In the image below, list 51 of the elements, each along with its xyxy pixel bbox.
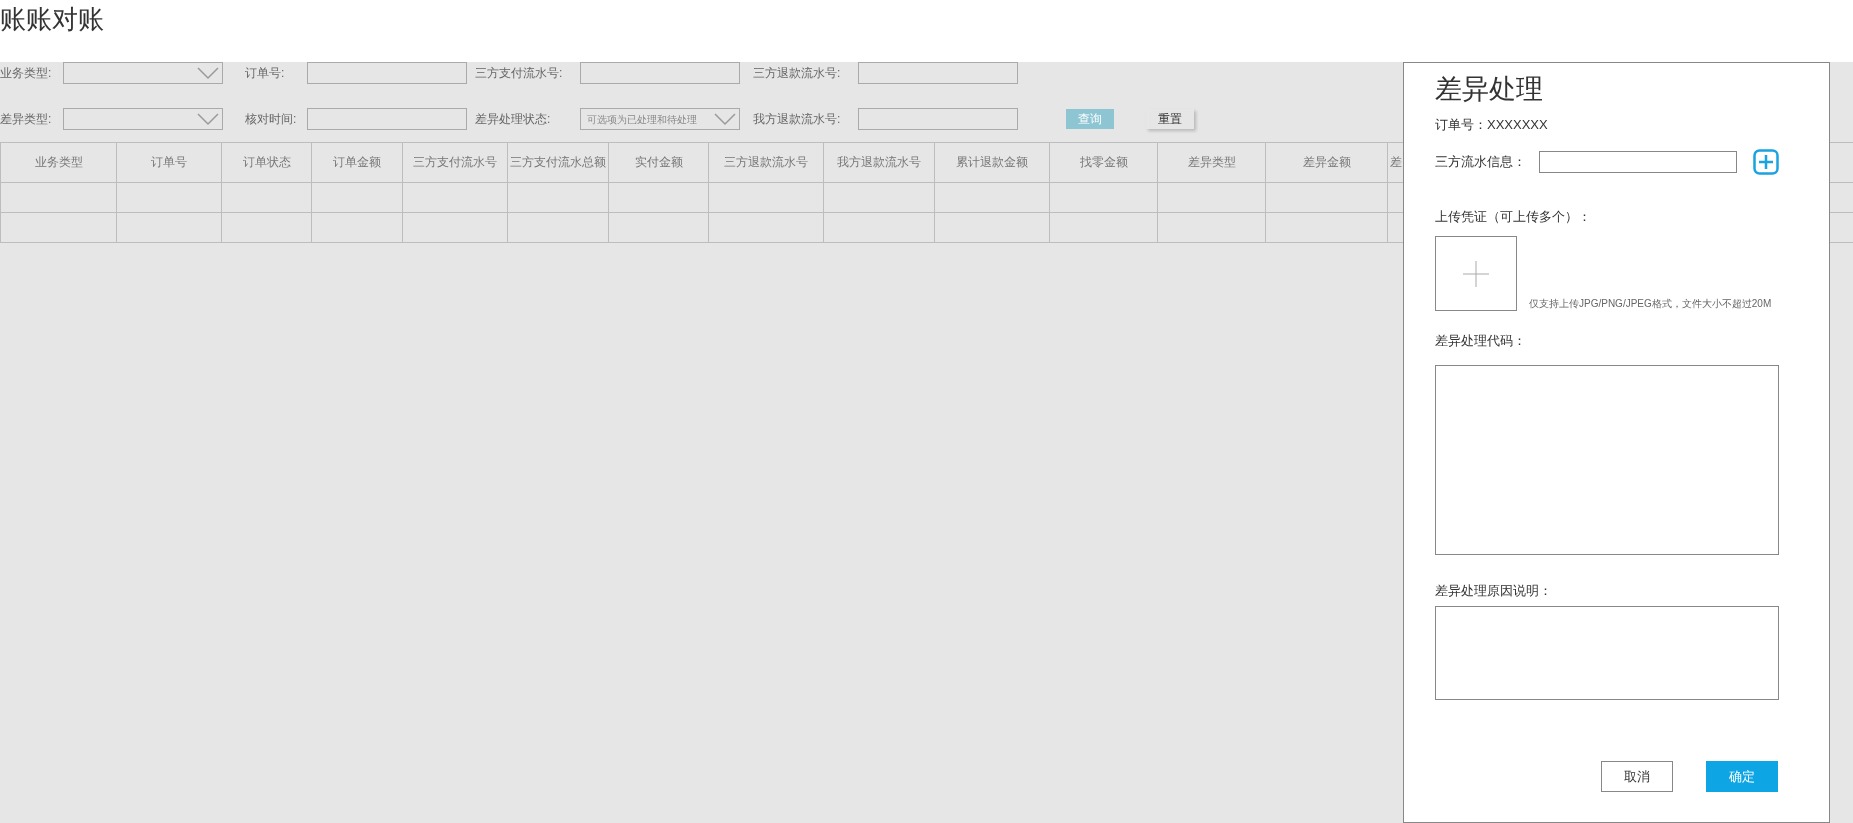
column-header: 累计退款金额 (934, 143, 1049, 182)
select-field[interactable]: 可选项为已处理和待处理 (580, 108, 740, 130)
column-header: 三方退款流水号 (708, 143, 823, 182)
select-field[interactable] (63, 62, 223, 84)
dialog-title: 差异处理 (1435, 73, 1543, 106)
page-title: 账账对账 (0, 3, 104, 36)
filter-label: 差异类型: (0, 111, 53, 128)
chevron-down-icon (196, 66, 220, 80)
text-field[interactable] (858, 62, 1018, 84)
reason-field[interactable] (1435, 606, 1779, 700)
column-header: 订单号 (116, 143, 221, 182)
text-field[interactable] (307, 62, 467, 84)
column-header: 三方支付流水总额 (507, 143, 608, 182)
code-field[interactable] (1435, 364, 1779, 555)
order-number: 订单号：XXXXXXX (1435, 116, 1548, 134)
text-field[interactable] (307, 108, 467, 130)
filter-label: 三方支付流水号: (475, 65, 564, 82)
select-placeholder: 可选项为已处理和待处理 (587, 112, 697, 127)
add-icon[interactable] (1753, 148, 1779, 175)
flow-field[interactable] (1539, 150, 1737, 173)
chevron-down-icon (713, 112, 737, 126)
filter-label: 差异处理状态: (475, 111, 552, 128)
upload-hint: 仅支持上传JPG/PNG/JPEG格式，文件大小不超过20M (1529, 297, 1772, 311)
column-header: 业务类型 (0, 143, 116, 182)
filter-label: 订单号: (245, 65, 286, 82)
code-label: 差异处理代码： (1435, 332, 1526, 350)
chevron-down-icon (196, 112, 220, 126)
column-header: 我方退款流水号 (823, 143, 934, 182)
text-field[interactable] (580, 62, 740, 84)
column-header: 差异类型 (1157, 143, 1265, 182)
text-field[interactable] (858, 108, 1018, 130)
column-header: 三方支付流水号 (402, 143, 507, 182)
column-header: 找零金额 (1049, 143, 1157, 182)
confirm-button[interactable]: 确定 (1706, 761, 1778, 792)
column-header: 差异金额 (1265, 143, 1387, 182)
select-field[interactable] (63, 108, 223, 130)
flow-label: 三方流水信息： (1435, 152, 1527, 171)
column-header: 订单状态 (221, 143, 311, 182)
reason-label: 差异处理原因说明： (1435, 581, 1552, 600)
search-button[interactable]: 查询 (1066, 109, 1114, 129)
filter-label: 三方退款流水号: (753, 65, 842, 82)
reset-button[interactable]: 重置 (1146, 109, 1194, 129)
filter-label: 核对时间: (245, 111, 298, 128)
filter-label: 业务类型: (0, 65, 53, 82)
upload-box[interactable] (1435, 236, 1517, 311)
column-header: 订单金额 (311, 143, 402, 182)
upload-label: 上传凭证（可上传多个）： (1435, 207, 1591, 226)
filter-label: 我方退款流水号: (753, 111, 842, 128)
column-header: 实付金额 (608, 143, 708, 182)
plus-icon (1463, 260, 1489, 287)
cancel-button[interactable]: 取消 (1601, 761, 1673, 792)
